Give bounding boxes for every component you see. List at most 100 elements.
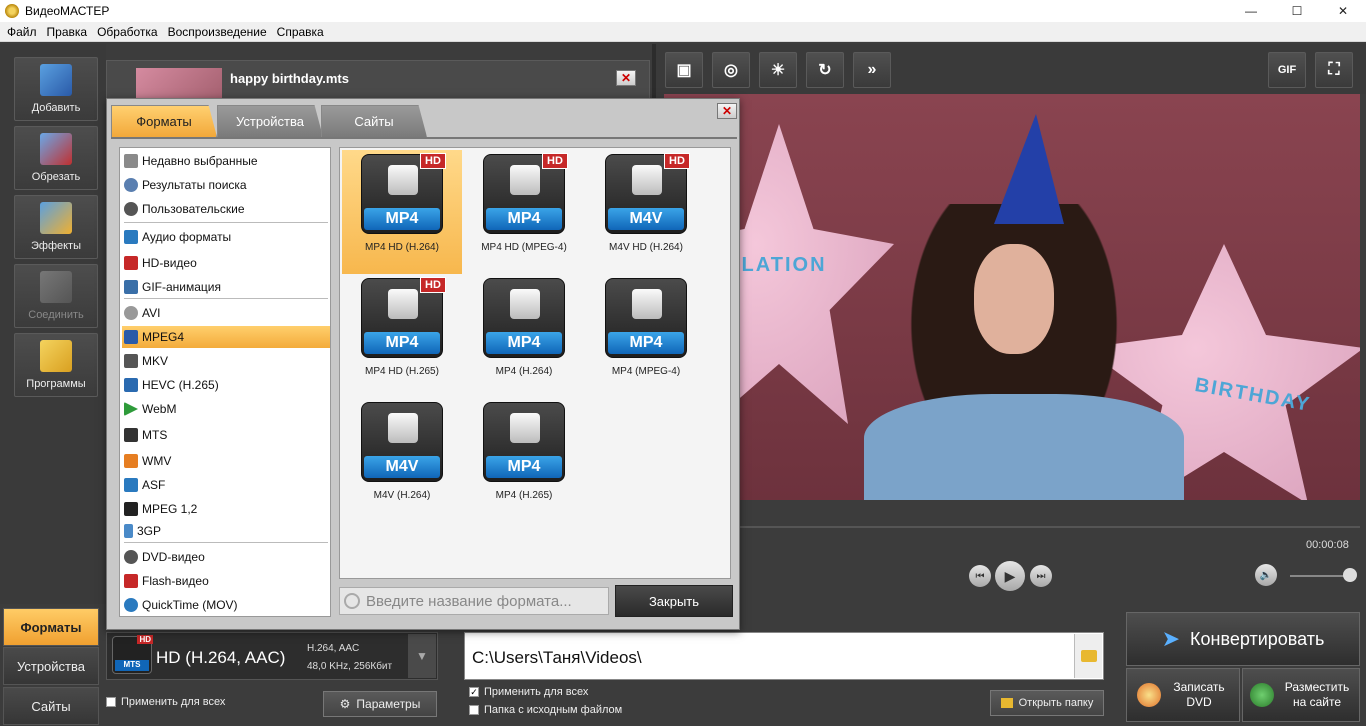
category-item[interactable]: Аудио форматы <box>122 226 330 248</box>
category-list: Недавно выбранные Результаты поиска Поль… <box>119 147 331 617</box>
minimize-button[interactable]: — <box>1228 0 1274 22</box>
category-item[interactable]: GIF-анимация <box>122 276 330 298</box>
category-item[interactable]: Результаты поиска <box>122 174 330 196</box>
apply-all-checkbox-right[interactable]: ✓ Применить для всех <box>469 686 588 698</box>
menu-bar: Файл Правка Обработка Воспроизведение Сп… <box>0 22 1366 42</box>
effects-button[interactable]: Эффекты <box>14 195 98 259</box>
category-label: MKV <box>142 354 169 368</box>
format-tile[interactable]: M4V M4V (H.264) <box>342 398 462 522</box>
apply-all-checkbox-left[interactable]: Применить для всех <box>106 696 225 708</box>
join-button[interactable]: Соединить <box>14 264 98 328</box>
gear-icon: ⚙ <box>339 697 351 711</box>
bottom-tab-devices[interactable]: Устройства <box>3 647 99 685</box>
timeline-slider[interactable] <box>664 526 1360 528</box>
crop-icon[interactable]: ▣ <box>665 52 703 88</box>
globe-icon <box>1250 683 1274 707</box>
menu-edit[interactable]: Правка <box>42 25 93 39</box>
category-item[interactable]: WebM <box>122 398 330 420</box>
brightness-icon[interactable]: ☀ <box>759 52 797 88</box>
category-item[interactable]: DVD-видео <box>122 546 330 568</box>
play-icon[interactable]: ▶ <box>995 561 1025 591</box>
convert-label: Конвертировать <box>1190 628 1325 649</box>
params-button[interactable]: ⚙ Параметры <box>323 691 437 717</box>
add-button[interactable]: Добавить <box>14 57 98 121</box>
dialog-close-icon[interactable]: ✕ <box>717 103 737 119</box>
category-item[interactable]: 3GP <box>122 520 330 542</box>
format-tile-selected[interactable]: MP4 HD MP4 HD (H.264) <box>342 150 462 274</box>
burn-dvd-label: Записать DVD <box>1173 680 1225 709</box>
format-tile[interactable]: MP4 HD MP4 HD (H.265) <box>342 274 462 398</box>
category-item[interactable]: Flash-видео <box>122 570 330 592</box>
burn-dvd-button[interactable]: Записать DVD <box>1126 668 1240 722</box>
category-item[interactable]: WMV <box>122 450 330 472</box>
format-badge: M4V <box>364 456 440 478</box>
camera-icon <box>510 289 540 319</box>
bottom-tab-sites[interactable]: Сайты <box>3 687 99 725</box>
convert-button[interactable]: ➤ Конвертировать <box>1126 612 1360 666</box>
format-badge: MP4 <box>364 208 440 230</box>
menu-help[interactable]: Справка <box>272 25 329 39</box>
format-dropdown-icon[interactable]: ▼ <box>408 634 436 678</box>
source-folder-checkbox[interactable]: Папка с исходным файлом <box>469 704 622 716</box>
time-display: 00:00:08 <box>1306 539 1349 551</box>
volume-knob[interactable] <box>1343 568 1357 582</box>
open-folder-button[interactable]: Открыть папку <box>990 690 1104 716</box>
next-frame-icon[interactable]: ⏭ <box>1030 565 1052 587</box>
category-item[interactable]: QuickTime (MOV) <box>122 594 330 616</box>
menu-process[interactable]: Обработка <box>92 25 163 39</box>
category-item[interactable]: Недавно выбранные <box>122 150 330 172</box>
format-tile[interactable]: MP4 MP4 (H.264) <box>464 274 584 398</box>
person-shirt <box>864 394 1184 500</box>
category-item[interactable]: AVI <box>122 302 330 324</box>
format-name: MP4 HD (MPEG-4) <box>481 242 567 253</box>
category-item[interactable]: MPEG 1,2 <box>122 498 330 520</box>
fullscreen-icon[interactable]: ⛶ <box>1315 52 1353 88</box>
camera-icon <box>510 165 540 195</box>
format-dialog: Форматы Устройства Сайты ✕ Недавно выбра… <box>106 98 740 630</box>
category-item[interactable]: HEVC (H.265) <box>122 374 330 396</box>
rotate-icon[interactable]: ↻ <box>806 52 844 88</box>
maximize-button[interactable]: ☐ <box>1274 0 1320 22</box>
prev-frame-icon[interactable]: ⏮ <box>969 565 991 587</box>
category-item[interactable]: ASF <box>122 474 330 496</box>
join-icon <box>40 271 72 303</box>
publish-button[interactable]: Разместить на сайте <box>1242 668 1360 722</box>
category-item[interactable]: MKV <box>122 350 330 372</box>
format-card: M4V <box>361 402 443 482</box>
publish-label: Разместить на сайте <box>1284 680 1350 709</box>
category-item-selected[interactable]: MPEG4 <box>122 326 330 348</box>
format-badge: MP4 <box>486 332 562 354</box>
speed-icon[interactable]: » <box>853 52 891 88</box>
format-tile[interactable]: M4V HD M4V HD (H.264) <box>586 150 706 274</box>
format-tile[interactable]: MP4 MP4 (H.265) <box>464 398 584 522</box>
video-preview[interactable]: OLATION BIRTHDAY <box>664 94 1360 500</box>
category-label: HEVC (H.265) <box>142 378 219 392</box>
stabilize-icon[interactable]: ◎ <box>712 52 750 88</box>
webm-icon <box>124 402 138 416</box>
dialog-tab-sites[interactable]: Сайты <box>321 105 427 137</box>
category-item[interactable]: HD-видео <box>122 252 330 274</box>
remove-file-button[interactable]: ✕ <box>616 70 636 86</box>
format-card: MP4 <box>483 278 565 358</box>
format-tile[interactable]: MP4 HD MP4 HD (MPEG-4) <box>464 150 584 274</box>
format-icon: HD MTS <box>112 635 153 674</box>
wmv-icon <box>124 454 138 468</box>
bottom-tab-formats[interactable]: Форматы <box>3 608 99 646</box>
programs-button[interactable]: Программы <box>14 333 98 397</box>
menu-playback[interactable]: Воспроизведение <box>163 25 272 39</box>
category-item[interactable]: Пользовательские <box>122 198 330 220</box>
audio-icon <box>124 230 138 244</box>
dialog-tab-formats[interactable]: Форматы <box>111 105 217 137</box>
browse-folder-icon[interactable] <box>1074 634 1102 678</box>
format-codec: H.264, AAC <box>307 643 360 654</box>
dialog-tab-devices[interactable]: Устройства <box>217 105 323 137</box>
gif-button[interactable]: GIF <box>1268 52 1306 88</box>
close-window-button[interactable]: ✕ <box>1320 0 1366 22</box>
format-tile[interactable]: MP4 MP4 (MPEG-4) <box>586 274 706 398</box>
category-item[interactable]: MTS <box>122 424 330 446</box>
format-search-input[interactable]: Введите название формата... <box>339 587 609 615</box>
cut-button[interactable]: Обрезать <box>14 126 98 190</box>
dialog-close-button[interactable]: Закрыть <box>615 585 733 617</box>
menu-file[interactable]: Файл <box>2 25 42 39</box>
volume-icon[interactable]: 🔈 <box>1255 564 1277 586</box>
